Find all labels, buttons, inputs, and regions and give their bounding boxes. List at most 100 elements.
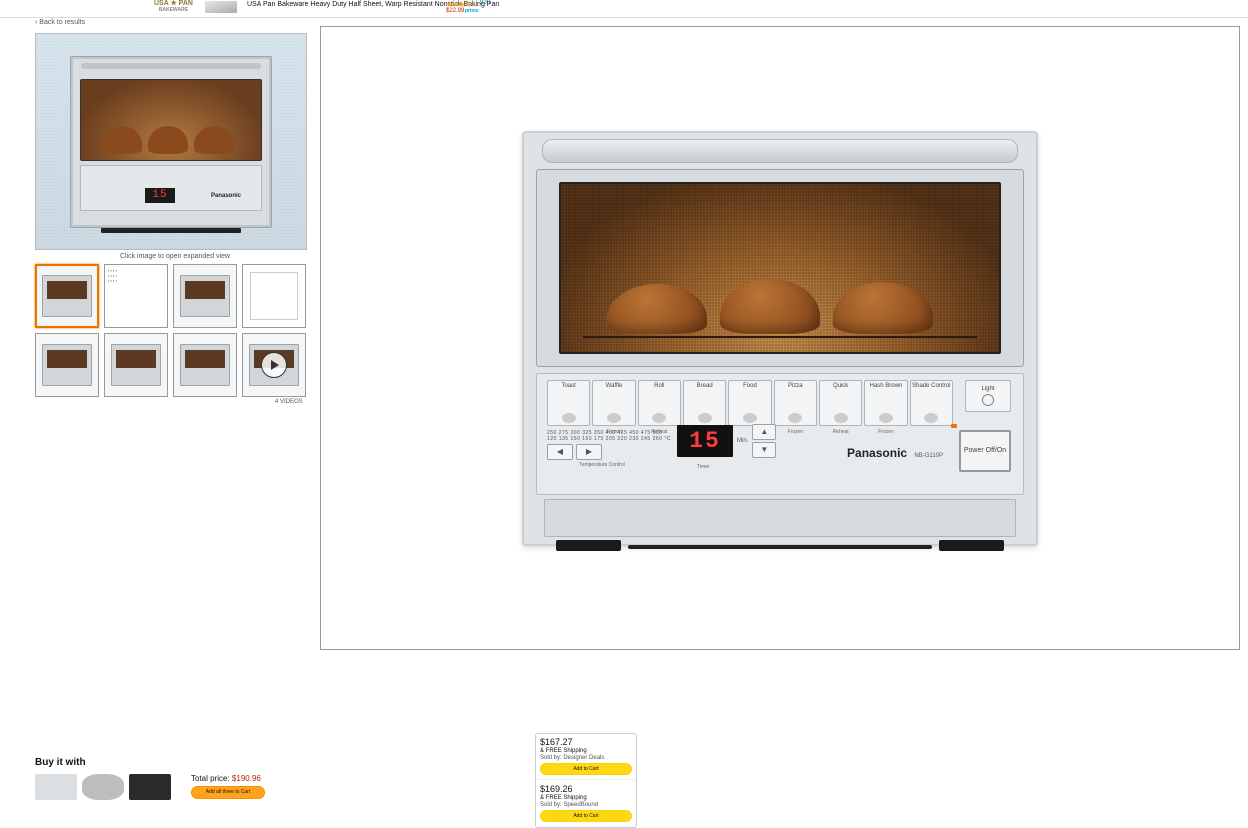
mode-button: QuickReheat (819, 380, 862, 426)
brand-line2: BAKEWARE (154, 7, 193, 14)
offer-seller: Sold by: Designer Deals (540, 755, 632, 761)
mode-icon (562, 413, 576, 423)
thumbnail[interactable] (173, 264, 237, 328)
power-button: Power Off/On (959, 430, 1011, 472)
oven-brand-label: Panasonic (211, 193, 241, 199)
mode-label: Roll (654, 383, 664, 389)
mode-label: Hash Brown (870, 383, 903, 389)
mode-button: Hash BrownFrozen (864, 380, 907, 426)
oven-handle-icon (542, 139, 1018, 163)
prime-badge: prime (465, 8, 479, 14)
offer-1: $167.27 & FREE Shipping Sold by: Designe… (540, 737, 632, 775)
bulb-icon (982, 394, 994, 406)
bundle-item-thumb[interactable] (129, 774, 171, 800)
bundle-item-thumb[interactable] (35, 774, 77, 800)
temp-down-icon: ◀ (547, 444, 573, 460)
mode-sublabel: Reheat (820, 429, 861, 435)
power-label: Power Off/On (964, 447, 1006, 455)
temp-caption: Temperature Control (547, 462, 657, 468)
thumbnail[interactable] (242, 333, 306, 397)
brand-block: Panasonic NB-G110P (847, 446, 943, 460)
thumbnail[interactable] (173, 333, 237, 397)
temp-up-icon: ▶ (576, 444, 602, 460)
mode-label: Pizza (788, 383, 803, 389)
thumbnail[interactable] (104, 333, 168, 397)
total-price-amount: $190.96 (232, 774, 261, 783)
temperature-control: 250 275 300 325 350 400 425 450 475 500 … (547, 430, 657, 468)
mode-icon (924, 413, 938, 423)
offer-2: $169.26 & FREE Shipping Sold by: SpeedBo… (540, 784, 632, 822)
thumbnail[interactable]: ▪ ▪ ▪ ▪▪ ▪ ▪ ▪▪ ▪ ▪ ▪ (104, 264, 168, 328)
related-item-strip: USA ★ PAN BAKEWARE USA Pan Bakeware Heav… (0, 0, 1248, 18)
other-sellers-box: $167.27 & FREE Shipping Sold by: Designe… (535, 733, 637, 828)
add-to-cart-button[interactable]: Add to Cart (540, 763, 632, 775)
add-to-cart-button[interactable]: Add to Cart (540, 810, 632, 822)
buy-with-thumbs[interactable] (35, 774, 171, 800)
image-gallery: 15 Panasonic Click image to open expande… (35, 33, 315, 405)
related-thumb-icon (205, 1, 237, 13)
buy-it-with-row: Total price: $190.96 Add all three to Ca… (35, 774, 1248, 800)
mode-icon (652, 413, 666, 423)
indicator-led-icon (951, 424, 957, 428)
light-button: Light (965, 380, 1011, 412)
play-icon[interactable] (261, 352, 287, 378)
rating-count[interactable]: 920 (480, 0, 490, 6)
mode-icon (834, 413, 848, 423)
mode-button: PizzaFrozen (774, 380, 817, 426)
hero-caption: Click image to open expanded view (35, 253, 315, 260)
mode-icon (879, 413, 893, 423)
offer-shipping: FREE Shipping (546, 748, 587, 754)
zoomed-product-image: ToastWaffleFrozenRollReheatBreadFoodPizz… (522, 131, 1038, 546)
mode-icon (788, 413, 802, 423)
mode-label: Shade Control (912, 383, 950, 389)
mode-label: Waffle (606, 383, 623, 389)
mode-button: WaffleFrozen (592, 380, 635, 426)
oven-timer-display: 15 (145, 188, 175, 203)
brand-line1: USA ★ PAN (154, 0, 193, 7)
mode-label: Toast (561, 383, 575, 389)
offer-price: $169.26 (540, 784, 632, 794)
total-price-label: Total price: (191, 774, 230, 783)
mode-sublabel: Frozen (865, 429, 906, 435)
light-label: Light (981, 386, 994, 392)
thumbnail[interactable] (35, 264, 99, 328)
timer-unit: Min. (737, 438, 748, 444)
offer-seller: Sold by: SpeedBound (540, 802, 632, 808)
mode-button: RollReheat (638, 380, 681, 426)
thumbnail[interactable] (35, 333, 99, 397)
mode-icon (743, 413, 757, 423)
buy-it-with-heading: Buy it with (35, 733, 1248, 768)
oven-illustration: 15 Panasonic (70, 56, 272, 228)
back-to-results-link[interactable]: ‹ Back to results (35, 19, 85, 26)
mode-label: Food (743, 383, 757, 389)
mode-icon (698, 413, 712, 423)
related-brand-logo: USA ★ PAN BAKEWARE (154, 0, 193, 14)
mode-label: Quick (833, 383, 848, 389)
related-price: $22.99 (446, 8, 464, 14)
offer-price: $167.27 (540, 737, 632, 747)
temp-scale-f: 250 275 300 325 350 400 425 450 475 500 (547, 430, 657, 436)
mode-button: Food (728, 380, 771, 426)
add-all-to-cart-button[interactable]: Add all three to Cart (191, 786, 265, 799)
mode-button: Toast (547, 380, 590, 426)
bundle-price-block: Total price: $190.96 Add all three to Ca… (191, 774, 265, 799)
brand-text: Panasonic (847, 446, 907, 460)
thumbnail[interactable] (242, 264, 306, 328)
timer-down-icon: ▼ (752, 442, 776, 458)
breadcrumb: ‹ Back to results (0, 18, 1248, 26)
bundle-item-thumb[interactable] (82, 774, 124, 800)
timer-up-icon: ▲ (752, 424, 776, 440)
timer-caption: Timer (697, 464, 710, 470)
mode-sublabel: Frozen (775, 429, 816, 435)
offer-shipping: FREE Shipping (546, 795, 587, 801)
thumbnail-grid: ▪ ▪ ▪ ▪▪ ▪ ▪ ▪▪ ▪ ▪ ▪ (35, 264, 320, 397)
model-text: NB-G110P (914, 453, 943, 459)
timer-display: 15 (677, 425, 733, 457)
mode-label: Bread (697, 383, 713, 389)
hero-image[interactable]: 15 Panasonic (35, 33, 307, 250)
timer-control: 15 Min. ▲ ▼ (677, 424, 776, 458)
mode-button: Bread (683, 380, 726, 426)
temp-scale-c: 120 135 150 160 175 205 220 230 245 260 … (547, 436, 657, 442)
mode-button-row: Toast WaffleFrozenRollReheat Bread Food Pizz… (547, 380, 953, 426)
zoom-preview-pane: ToastWaffleFrozenRollReheatBreadFoodPizz… (320, 26, 1240, 650)
